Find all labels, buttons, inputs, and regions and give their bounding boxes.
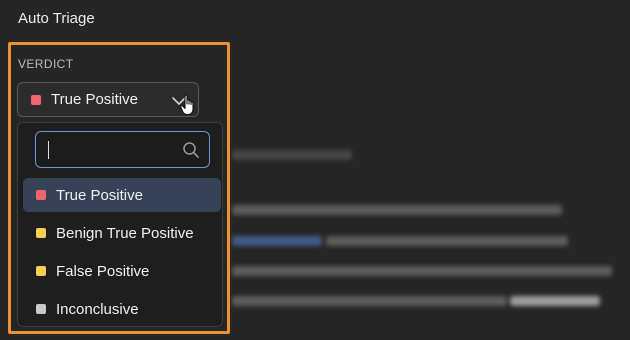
true-positive-swatch bbox=[36, 190, 46, 200]
page-title: Auto Triage bbox=[18, 10, 95, 27]
option-label: True Positive bbox=[56, 186, 143, 204]
text-caret bbox=[48, 141, 49, 159]
option-inconclusive[interactable]: Inconclusive bbox=[23, 292, 221, 326]
option-label: Benign True Positive bbox=[56, 224, 194, 242]
hand-cursor-icon bbox=[180, 94, 198, 121]
option-label: Inconclusive bbox=[56, 300, 139, 318]
option-benign-true-positive[interactable]: Benign True Positive bbox=[23, 216, 221, 250]
inconclusive-swatch bbox=[36, 304, 46, 314]
dropdown-search-input[interactable] bbox=[35, 131, 210, 168]
verdict-selected-value: True Positive bbox=[51, 91, 138, 108]
verdict-dropdown-menu: True Positive Benign True Positive False… bbox=[17, 122, 223, 327]
false-positive-swatch bbox=[36, 266, 46, 276]
verdict-color-swatch bbox=[31, 94, 41, 105]
benign-true-positive-swatch bbox=[36, 228, 46, 238]
option-true-positive[interactable]: True Positive bbox=[23, 178, 221, 212]
verdict-label: VERDICT bbox=[18, 57, 74, 71]
option-label: False Positive bbox=[56, 262, 150, 280]
search-icon bbox=[182, 141, 200, 164]
option-false-positive[interactable]: False Positive bbox=[23, 254, 221, 288]
verdict-select[interactable]: True Positive bbox=[17, 82, 199, 117]
